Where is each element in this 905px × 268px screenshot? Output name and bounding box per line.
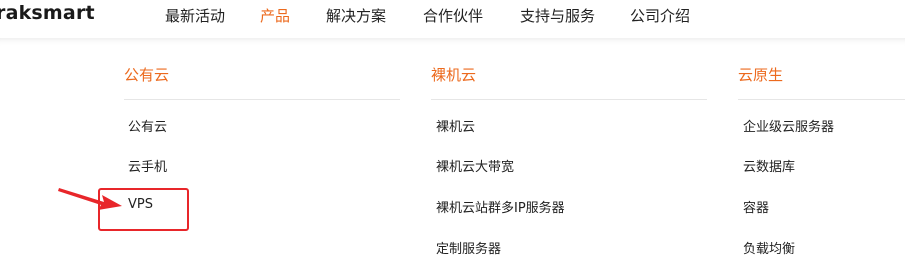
nav-item-latest-events[interactable]: 最新活动: [165, 5, 225, 26]
top-navigation-bar: raksmart 最新活动 产品 解决方案 合作伙伴 支持与服务 公司介绍: [0, 0, 905, 38]
nav-item-products[interactable]: 产品: [260, 5, 290, 26]
menu-item-bare-metal-cloud[interactable]: 裸机云: [436, 116, 475, 135]
menu-item-bare-metal-high-bandwidth[interactable]: 裸机云大带宽: [436, 156, 514, 175]
menu-item-bare-metal-multi-ip[interactable]: 裸机云站群多IP服务器: [436, 197, 565, 216]
menu-item-cloud-database[interactable]: 云数据库: [743, 156, 795, 175]
column-divider: [738, 99, 905, 100]
menu-item-custom-server[interactable]: 定制服务器: [436, 238, 501, 257]
column-title-bare-metal-cloud[interactable]: 裸机云: [431, 64, 476, 85]
nav-item-support[interactable]: 支持与服务: [520, 5, 595, 26]
annotation-arrow-icon: [58, 188, 122, 210]
column-title-public-cloud[interactable]: 公有云: [124, 64, 169, 85]
column-divider: [431, 99, 707, 100]
nav-item-partners[interactable]: 合作伙伴: [423, 5, 483, 26]
column-divider: [124, 99, 400, 100]
nav-item-solutions[interactable]: 解决方案: [326, 5, 386, 26]
menu-item-load-balancer[interactable]: 负载均衡: [743, 238, 795, 257]
menu-item-public-cloud[interactable]: 公有云: [128, 116, 167, 135]
brand-logo[interactable]: raksmart: [0, 2, 95, 24]
menu-item-enterprise-cloud-server[interactable]: 企业级云服务器: [743, 116, 834, 135]
column-title-cloud-native[interactable]: 云原生: [738, 64, 783, 85]
menu-item-cloud-phone[interactable]: 云手机: [128, 156, 167, 175]
menu-item-container[interactable]: 容器: [743, 197, 769, 216]
nav-item-about[interactable]: 公司介绍: [630, 5, 690, 26]
